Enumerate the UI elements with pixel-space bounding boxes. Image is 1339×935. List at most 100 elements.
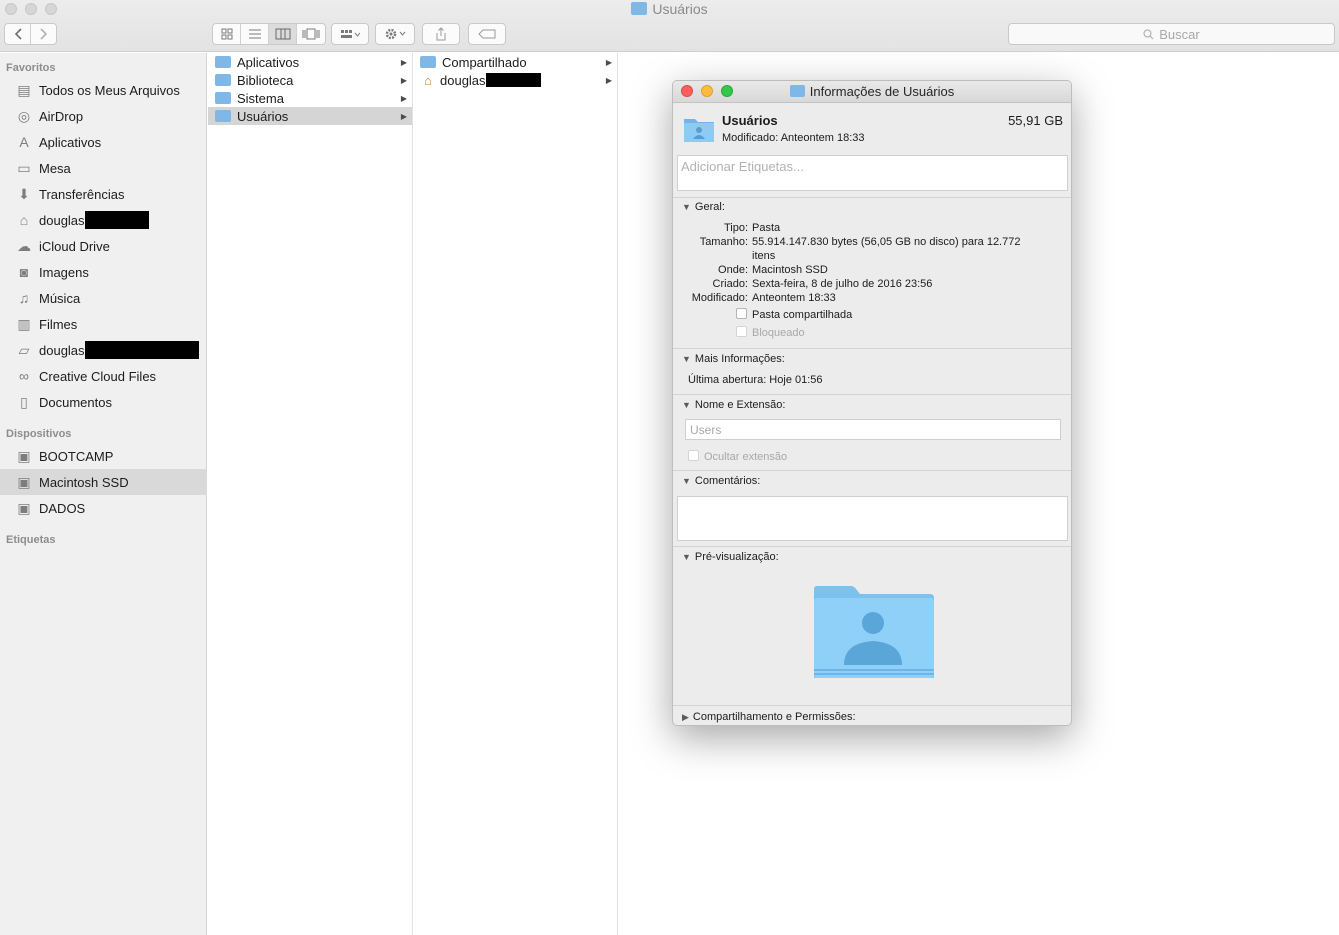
sidebar-item-creative-cloud[interactable]: ∞ Creative Cloud Files <box>0 363 207 389</box>
section-preview-toggle[interactable]: ▼ Pré-visualização: <box>682 551 779 563</box>
column-row-biblioteca[interactable]: Biblioteca ▶ <box>208 71 412 89</box>
search-field[interactable]: Buscar <box>1008 23 1335 45</box>
search-placeholder: Buscar <box>1159 26 1200 42</box>
name-input-value: Users <box>690 423 722 437</box>
folder-icon <box>420 56 436 68</box>
sidebar-item-label: Mesa <box>39 160 71 176</box>
applications-folder-icon <box>215 56 231 68</box>
created-value: Sexta-feira, 8 de julho de 2016 23:56 <box>752 278 933 290</box>
disk-icon: ▣ <box>17 447 31 464</box>
sidebar-item-pictures[interactable]: ◙ Imagens <box>0 259 207 285</box>
sidebar-item-all-files[interactable]: ▤ Todos os Meus Arquivos <box>0 77 207 103</box>
column-row-compartilhado[interactable]: Compartilhado ▶ <box>413 53 617 71</box>
sidebar-item-macintosh-ssd[interactable]: ▣ Macintosh SSD <box>0 469 207 495</box>
document-icon: ▯ <box>20 393 28 410</box>
sidebar-item-label: Aplicativos <box>39 134 102 150</box>
navigation-buttons <box>4 23 57 45</box>
sidebar-item-desktop[interactable]: ▭ Mesa <box>0 155 207 181</box>
column-row-aplicativos[interactable]: Aplicativos ▶ <box>208 53 412 71</box>
disclosure-down-icon: ▼ <box>682 202 691 212</box>
arrange-button[interactable] <box>331 23 369 45</box>
disclosure-arrow-icon: ▶ <box>400 111 407 121</box>
column-row-label: Sistema <box>237 90 284 106</box>
checkbox[interactable] <box>736 308 747 319</box>
tags-button[interactable] <box>468 23 506 45</box>
view-mode-segment <box>212 23 326 45</box>
disclosure-arrow-icon: ▶ <box>400 93 407 103</box>
sidebar: Favoritos ▤ Todos os Meus Arquivos ◎ AirDr… <box>0 53 207 935</box>
sidebar-item-music[interactable]: ♫ Música <box>0 285 207 311</box>
all-files-icon: ▤ <box>17 81 31 98</box>
section-name-ext-header: Nome e Extensão: <box>694 399 786 411</box>
system-folder-icon <box>215 92 231 104</box>
back-button[interactable] <box>5 24 31 44</box>
list-view-button[interactable] <box>241 24 269 44</box>
sidebar-item-label: Imagens <box>39 264 89 280</box>
sidebar-item-airdrop[interactable]: ◎ AirDrop <box>0 103 207 129</box>
section-comments-toggle[interactable]: ▼ Comentários: <box>682 475 760 487</box>
column-row-douglas[interactable]: ⌂ douglas ▶ <box>413 71 617 89</box>
sidebar-item-label: DADOS <box>39 500 86 516</box>
share-button[interactable] <box>422 23 460 45</box>
column-1: Aplicativos ▶ Biblioteca ▶ Sistema ▶ Usuári… <box>208 53 413 935</box>
sidebar-item-label: Creative Cloud Files <box>39 368 157 384</box>
section-more-info-toggle[interactable]: ▼ Mais Informações: <box>682 353 785 365</box>
sidebar-item-movies[interactable]: ▥ Filmes <box>0 311 207 337</box>
sidebar-item-folder[interactable]: ▱ douglas <box>0 337 207 363</box>
shared-folder-checkbox[interactable]: Pasta compartilhada <box>736 308 852 321</box>
icon-view-button[interactable] <box>213 24 241 44</box>
music-icon: ♫ <box>18 290 30 306</box>
sidebar-item-documents[interactable]: ▯ Documentos <box>0 389 207 415</box>
checkbox[interactable] <box>688 450 699 461</box>
sidebar-item-downloads[interactable]: ⬇ Transferências <box>0 181 207 207</box>
column-row-usuarios[interactable]: Usuários ▶ <box>208 107 412 125</box>
comments-textarea[interactable] <box>677 496 1068 541</box>
sidebar-item-dados[interactable]: ▣ DADOS <box>0 495 207 521</box>
info-titlebar: Informações de Usuários <box>673 81 1071 103</box>
creative-cloud-icon: ∞ <box>19 368 29 384</box>
created-label: Criado: <box>712 278 748 290</box>
sidebar-item-label: iCloud Drive <box>39 238 110 254</box>
locked-label: Bloqueado <box>752 327 805 339</box>
tags-input[interactable]: Adicionar Etiquetas... <box>677 155 1068 191</box>
users-folder-icon <box>684 119 714 142</box>
hide-extension-checkbox[interactable]: Ocultar extensão <box>688 450 787 463</box>
share-icon <box>436 27 446 41</box>
divider <box>673 394 1071 395</box>
arrange-grid-icon <box>341 30 360 38</box>
section-general-toggle[interactable]: ▼ Geral: <box>682 201 725 213</box>
coverflow-view-button[interactable] <box>297 24 325 44</box>
airdrop-icon: ◎ <box>17 107 31 124</box>
sidebar-item-home[interactable]: ⌂ douglas <box>0 207 207 233</box>
column-view-icon <box>275 28 290 40</box>
checkbox[interactable] <box>736 326 747 337</box>
sidebar-item-label: Filmes <box>39 316 78 332</box>
favorites-header: Favoritos <box>6 62 56 74</box>
action-button[interactable] <box>375 23 415 45</box>
kind-value: Pasta <box>752 222 781 234</box>
toolbar: Usuários Buscar <box>0 0 1339 52</box>
disk-icon: ▣ <box>17 499 31 516</box>
info-name: Usuários <box>722 113 778 128</box>
section-name-ext-toggle[interactable]: ▼ Nome e Extensão: <box>682 399 785 411</box>
sidebar-item-bootcamp[interactable]: ▣ BOOTCAMP <box>0 443 207 469</box>
column-row-sistema[interactable]: Sistema ▶ <box>208 89 412 107</box>
sidebar-item-icloud[interactable]: ☁ iCloud Drive <box>0 233 207 259</box>
forward-button[interactable] <box>31 24 56 44</box>
folder-icon: ▱ <box>18 341 30 358</box>
locked-checkbox[interactable]: Bloqueado <box>736 326 805 339</box>
name-input[interactable]: Users <box>685 419 1061 440</box>
divider <box>673 546 1071 547</box>
section-sharing-toggle[interactable]: ▶ Compartilhamento e Permissões: <box>682 711 856 723</box>
column-view-button[interactable] <box>269 24 297 44</box>
where-value: Macintosh SSD <box>752 264 828 276</box>
section-preview-header: Pré-visualização: <box>694 551 779 563</box>
hide-extension-label: Ocultar extensão <box>704 451 788 463</box>
icon-view-icon <box>221 28 232 40</box>
divider <box>673 348 1071 349</box>
info-size: 55,91 GB <box>1008 113 1063 128</box>
devices-header: Dispositivos <box>6 428 72 440</box>
sidebar-item-applications[interactable]: A Aplicativos <box>0 129 207 155</box>
disclosure-arrow-icon: ▶ <box>605 57 612 67</box>
column-row-label: Usuários <box>237 108 289 124</box>
